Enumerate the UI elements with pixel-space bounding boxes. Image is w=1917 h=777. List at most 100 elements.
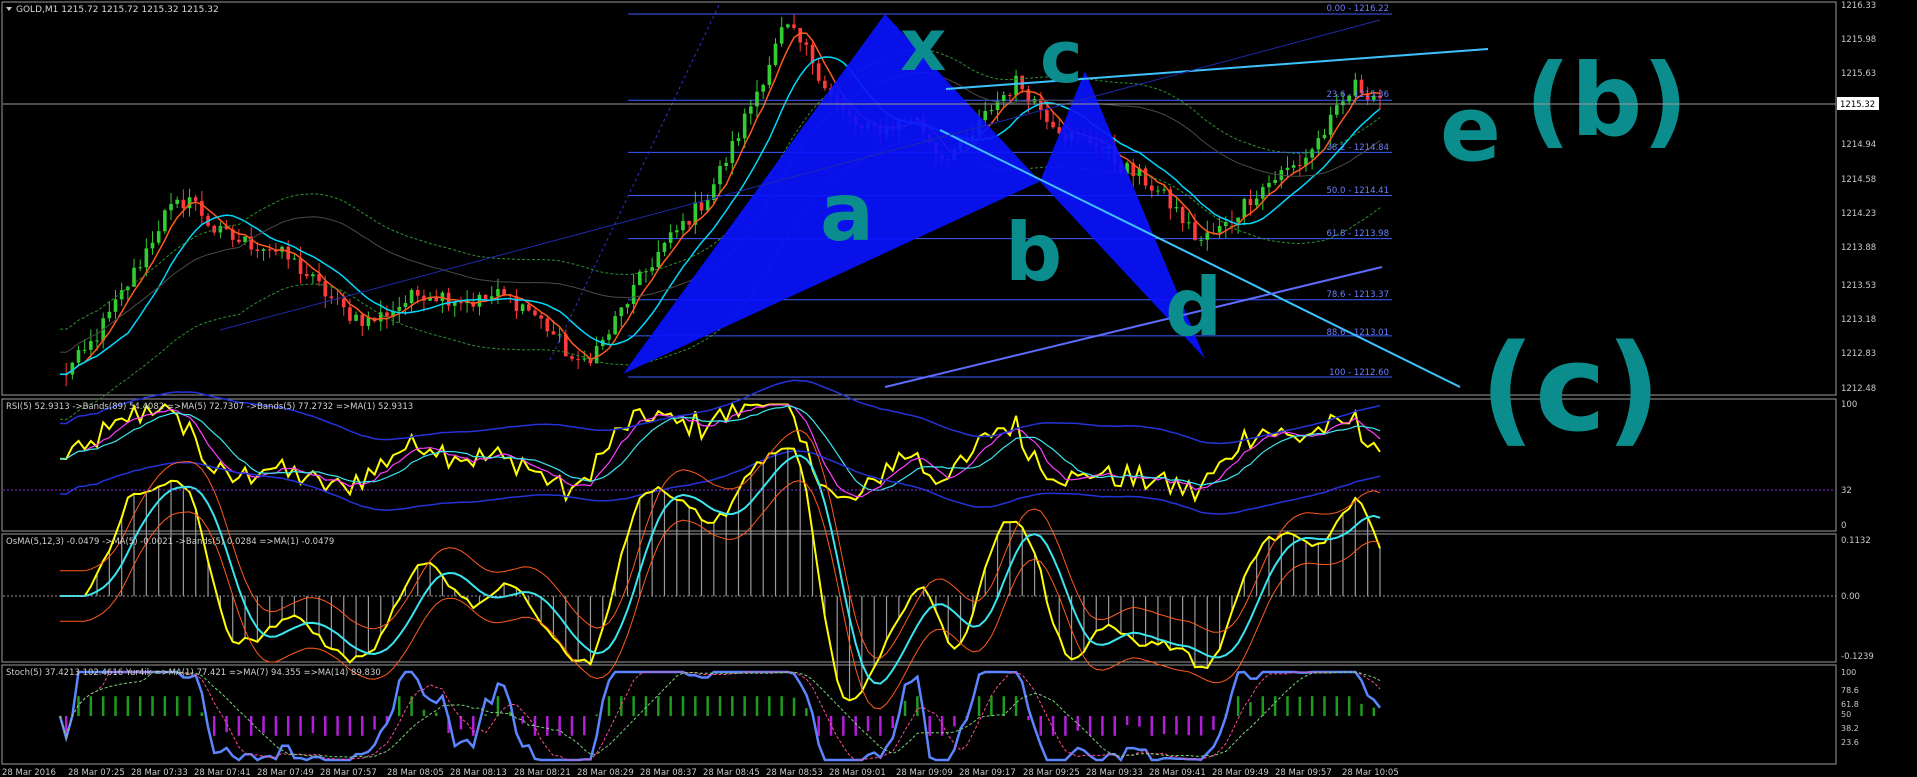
annotation-e: e bbox=[1440, 77, 1501, 182]
time-label: 28 Mar 08:53 bbox=[766, 768, 823, 777]
candle-body bbox=[1322, 134, 1327, 139]
candle-body bbox=[138, 267, 142, 269]
candle-body bbox=[255, 249, 260, 251]
time-label: 28 Mar 08:45 bbox=[703, 768, 760, 777]
candle-body bbox=[1199, 239, 1203, 241]
candle-body bbox=[218, 226, 223, 233]
candle-body bbox=[533, 310, 537, 316]
candle-body bbox=[742, 113, 747, 139]
candle-body bbox=[687, 220, 691, 225]
fib-label: 23.6 - 1215.36 bbox=[1326, 90, 1389, 100]
candle-body bbox=[95, 340, 99, 342]
candle-body bbox=[823, 80, 827, 89]
candle-body bbox=[1242, 198, 1247, 218]
candle-body bbox=[329, 296, 334, 299]
candle-body bbox=[483, 294, 488, 300]
time-label: 28 Mar 09:57 bbox=[1275, 768, 1332, 777]
candle-body bbox=[144, 248, 149, 268]
time-label: 28 Mar 09:41 bbox=[1149, 768, 1206, 777]
candle-body bbox=[267, 249, 272, 251]
candle-body bbox=[557, 334, 562, 336]
annotation-a: a bbox=[820, 166, 874, 259]
time-label: 28 Mar 09:25 bbox=[1023, 768, 1080, 777]
candle-body bbox=[983, 110, 988, 121]
candle-body bbox=[613, 316, 617, 335]
candle-body bbox=[1267, 182, 1271, 188]
candle-body bbox=[1186, 222, 1191, 224]
time-label: 28 Mar 2016 bbox=[2, 768, 56, 777]
candle-body bbox=[113, 299, 118, 312]
fibonacci-retracement[interactable] bbox=[628, 13, 1392, 378]
candle-body bbox=[1261, 187, 1265, 199]
candle-body bbox=[1193, 222, 1197, 241]
osma-tick: -0.1239 bbox=[1841, 652, 1874, 662]
candle-body bbox=[749, 106, 753, 114]
candle-body bbox=[668, 232, 673, 243]
candle-body bbox=[82, 349, 87, 351]
candle-body bbox=[662, 242, 667, 252]
candle-body bbox=[89, 341, 93, 350]
candle-body bbox=[150, 242, 155, 249]
candle-body bbox=[656, 251, 661, 268]
time-label: 28 Mar 07:57 bbox=[320, 768, 377, 777]
price-tick: 1214.94 bbox=[1841, 140, 1876, 150]
candle-body bbox=[1273, 179, 1277, 183]
price-tick: 1213.18 bbox=[1841, 315, 1876, 325]
candle-body bbox=[1205, 232, 1210, 240]
candle-body bbox=[496, 289, 500, 297]
rsi-tick: 32 bbox=[1841, 486, 1852, 496]
osma-panel-title: OsMA(5,12,3) -0.0479 ->MA(5) -0.0021 ->B… bbox=[6, 537, 334, 547]
candle-body bbox=[816, 63, 821, 81]
price-tick: 1212.83 bbox=[1841, 349, 1876, 359]
candle-body bbox=[718, 165, 722, 185]
candle-body bbox=[625, 304, 630, 308]
fib-label: 0.00 - 1216.22 bbox=[1326, 4, 1389, 14]
candle-body bbox=[798, 27, 802, 43]
candle-body bbox=[631, 284, 636, 305]
annotation-wave-b: (b) bbox=[1525, 42, 1688, 159]
collapse-arrow-icon[interactable] bbox=[6, 7, 12, 11]
candle-body bbox=[576, 358, 580, 360]
candle-body bbox=[1217, 226, 1222, 233]
candle-body bbox=[520, 304, 525, 312]
stoch-tick: 100 bbox=[1841, 668, 1856, 677]
candle-body bbox=[1328, 114, 1333, 135]
candle-body bbox=[286, 246, 291, 260]
candle-body bbox=[187, 197, 192, 209]
time-label: 28 Mar 08:21 bbox=[514, 768, 571, 777]
candle-body bbox=[699, 202, 704, 211]
candle-body bbox=[545, 318, 550, 332]
rsi-tick: 0 bbox=[1841, 521, 1846, 531]
stoch-panel-title: Stoch(5) 37.4213 102.4616 Yur4ik =>MA(1)… bbox=[6, 668, 381, 678]
candle-body bbox=[792, 24, 796, 28]
rsi-line bbox=[59, 402, 1381, 504]
trading-chart[interactable]: x c a b d e (b) (c) GOLD,M1 1215.72 1215.72 121… bbox=[0, 0, 1917, 777]
price-tick: 1213.53 bbox=[1841, 281, 1876, 291]
time-label: 28 Mar 09:17 bbox=[959, 768, 1016, 777]
candle-body bbox=[1285, 167, 1290, 171]
stoch-tick: 61.8 bbox=[1841, 700, 1859, 709]
time-label: 28 Mar 08:29 bbox=[577, 768, 634, 777]
osma-tick: 0.00 bbox=[1841, 592, 1860, 602]
candle-body bbox=[175, 199, 179, 205]
candle-body bbox=[323, 281, 328, 297]
candle-body bbox=[366, 317, 371, 326]
osma-axis: 0.1132 0.00 -0.1239 bbox=[1841, 536, 1874, 662]
candle-body bbox=[773, 43, 778, 65]
time-label: 28 Mar 08:37 bbox=[640, 768, 697, 777]
candle-body bbox=[779, 27, 784, 44]
candle-body bbox=[1341, 101, 1345, 106]
candle-body bbox=[1008, 95, 1012, 97]
candle-body bbox=[76, 350, 81, 363]
candle-body bbox=[385, 312, 389, 317]
candle-body bbox=[311, 274, 315, 277]
time-label: 28 Mar 09:01 bbox=[829, 768, 886, 777]
candle-body bbox=[348, 307, 352, 321]
candle-body bbox=[261, 249, 266, 251]
rsi-ma-line bbox=[59, 404, 1381, 498]
stoch-axis: 100 78.6 61.8 50 38.2 23.6 bbox=[1841, 668, 1859, 747]
resistance-trendline bbox=[945, 48, 1489, 90]
candle-body bbox=[1143, 168, 1148, 186]
candle-body bbox=[409, 289, 414, 304]
price-tick: 1212.48 bbox=[1841, 384, 1876, 394]
